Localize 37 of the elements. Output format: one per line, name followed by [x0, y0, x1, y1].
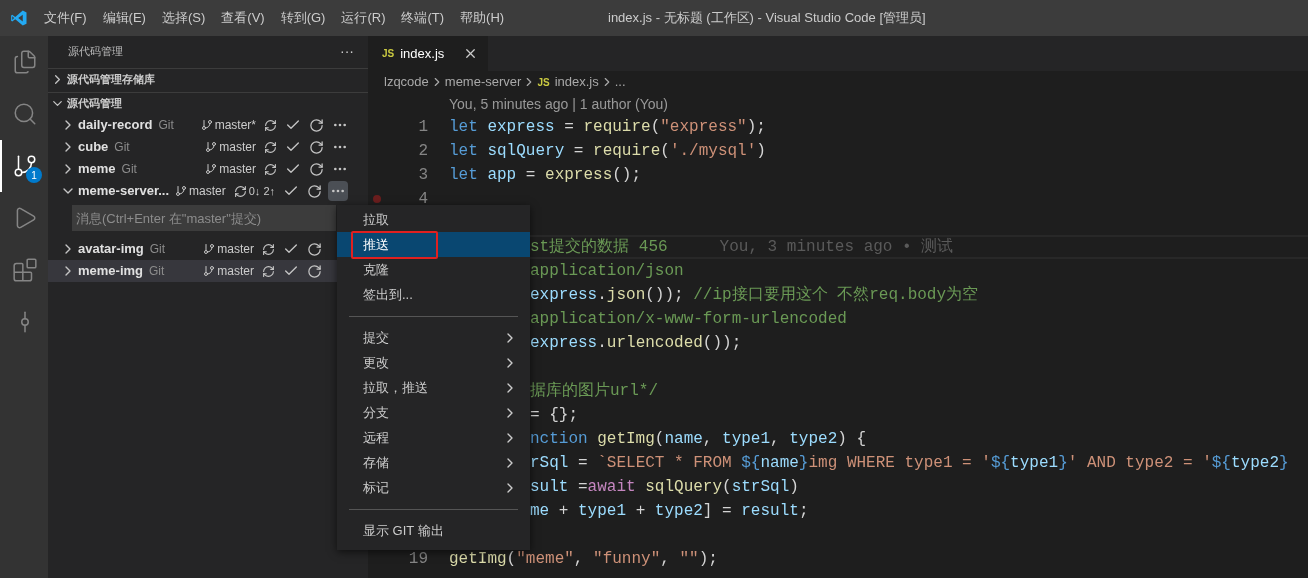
- repository-name: daily-record: [78, 116, 153, 135]
- repository-type: Git: [149, 263, 165, 280]
- code-line: me + type1 + type2] = result;: [530, 501, 809, 522]
- code-line: 据库的图片url*/: [530, 380, 658, 402]
- code-line: express.urlencoded());: [530, 333, 742, 354]
- code-line: st提交的数据 456: [530, 236, 668, 258]
- repository-name: avatar-img: [78, 240, 144, 259]
- code-line: getImg("meme", "funny", "");: [449, 549, 718, 570]
- line-number: 1: [418, 118, 428, 136]
- line-number: 2: [418, 142, 428, 160]
- window-title: index.js - 无标题 (工作区) - Visual Studio Code [管理员]: [608, 9, 926, 28]
- line-number: 4: [418, 190, 428, 208]
- code-line: let sqlQuery = require('./mysql'): [449, 141, 766, 162]
- js-file-icon: JS: [537, 74, 550, 90]
- repository-name: meme-server...: [78, 182, 170, 201]
- repository-type: Git: [149, 241, 166, 258]
- repository-type: Git: [114, 139, 130, 156]
- repository-name: cube: [78, 138, 109, 157]
- js-file-icon: JS: [382, 46, 395, 61]
- line-number: 3: [418, 166, 428, 184]
- code-line: let app = express();: [449, 165, 642, 186]
- repository-type: Git: [158, 117, 174, 134]
- code-line: sult =await sqlQuery(strSql): [530, 477, 799, 498]
- repository-name: meme: [78, 160, 116, 179]
- blame-annotation: You, 3 minutes ago • 测试: [719, 237, 954, 258]
- code-line: express.json()); //ip接口要用这个 不然req.body为空: [530, 284, 979, 306]
- code-line: application/json: [530, 261, 684, 282]
- line-number: 19: [408, 550, 428, 568]
- code-line: application/x-www-form-urlencoded: [530, 309, 847, 330]
- code-line: = {};: [530, 405, 578, 426]
- badge: 1: [26, 167, 42, 183]
- repository-type: Git: [121, 161, 137, 178]
- sidebar-title: 源代码管理: [68, 43, 124, 59]
- code-line: let express = require("express");: [449, 117, 766, 138]
- code-line: nction getImg(name, type1, type2) {: [530, 429, 867, 450]
- repository-name: meme-img: [78, 262, 144, 281]
- code-line: rSql = `SELECT * FROM ${name}img WHERE type1 = '${type1}' AND type2 = '${type2}: [530, 453, 1289, 474]
